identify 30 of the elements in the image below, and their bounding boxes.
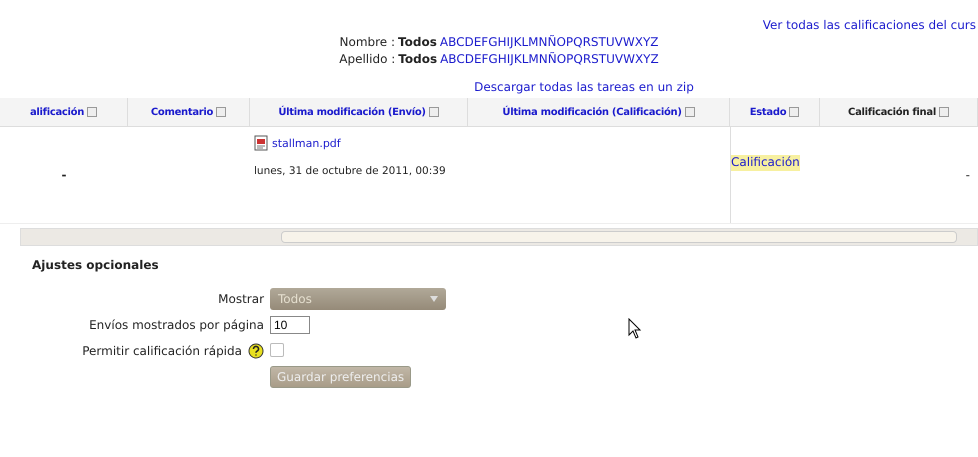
help-icon[interactable] [248,343,264,359]
quick-grade-checkbox[interactable] [270,342,284,356]
column-header[interactable]: Comentario [150,106,214,118]
letter-links[interactable]: ABCDEFGHIJKLMNÑOPQRSTUVWXYZ [440,51,659,68]
table-cell: - [62,168,66,182]
mouse-cursor-icon [628,318,642,340]
column-header[interactable]: alificación [30,106,84,118]
column-header: Calificación final [848,106,936,118]
column-header[interactable]: Estado [750,106,786,118]
section-title: Ajustes opcionales [32,258,160,272]
filter-all[interactable]: Todos [398,51,438,68]
field-label: Mostrar [217,292,265,306]
submitted-date: lunes, 31 de octubre de 2011, 00:39 [254,164,447,179]
dropdown-arrow-icon [430,296,438,302]
pdf-file-icon [254,135,268,151]
grades-link[interactable]: Ver todas las calificaciones del curs [762,18,976,32]
filter-label: Apellido : [339,51,396,68]
horizontal-scrollbar[interactable] [20,228,978,246]
field-label: Permitir calificación rápida [82,344,242,358]
letter-links[interactable]: ABCDEFGHIJKLMNÑOPQRSTUVWXYZ [440,34,658,51]
column-header[interactable]: Última modificación (Envío) [278,106,426,118]
per-page-field[interactable]: 10 [270,316,310,334]
field-label: Envíos mostrados por página [88,318,265,332]
filter-all[interactable]: Todos [398,34,437,51]
download-link[interactable]: Descargar todas las tareas en un zip [474,80,694,94]
grade-link[interactable]: Calificación [731,155,800,171]
filter-label: Nombre : [340,34,396,51]
file-link[interactable]: stallman.pdf [272,136,341,150]
column-header[interactable]: Última modificación (Calificación) [502,106,682,118]
table-cell: - [966,168,970,182]
